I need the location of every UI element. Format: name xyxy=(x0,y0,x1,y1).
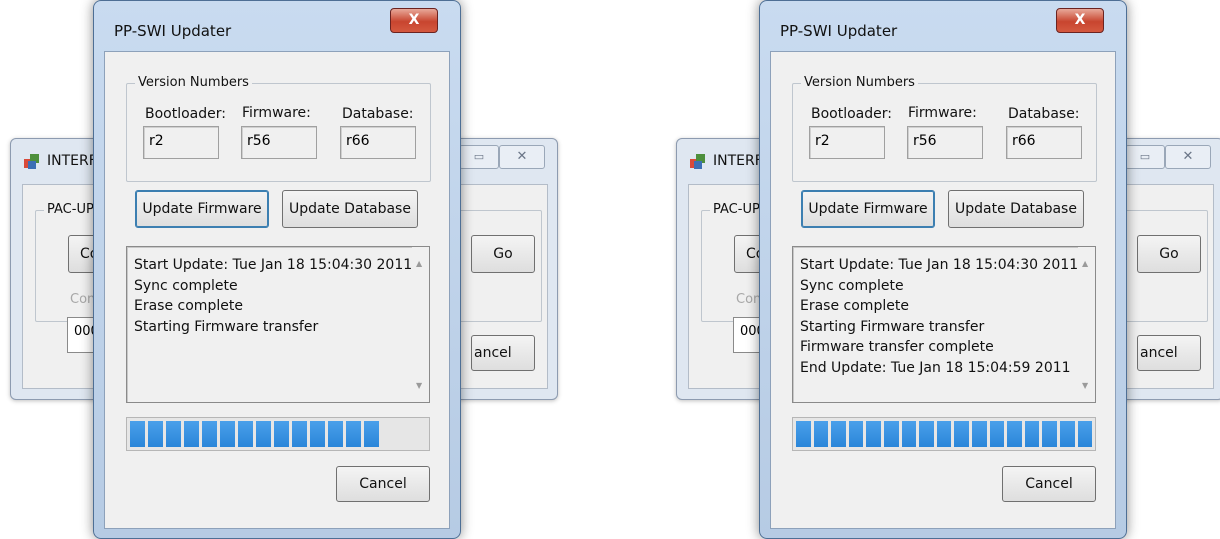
bootloader-value: r2 xyxy=(143,126,219,159)
update-firmware-button[interactable]: Update Firmware xyxy=(135,190,269,228)
close-icon[interactable]: X xyxy=(1056,8,1104,33)
close-icon[interactable]: ✕ xyxy=(1165,145,1211,169)
interface-cancel-button[interactable]: ancel xyxy=(471,335,535,371)
progress-block xyxy=(901,421,917,447)
updater-dialog: PP-SWI Updater X Version Numbers Bootloa… xyxy=(759,0,1127,539)
update-log: Start Update: Tue Jan 18 15:04:30 2011 S… xyxy=(792,246,1096,403)
database-value: r66 xyxy=(340,126,416,159)
progress-block xyxy=(130,421,145,447)
log-line: Erase complete xyxy=(134,298,243,314)
cancel-button[interactable]: Cancel xyxy=(1002,466,1096,502)
go-button[interactable]: Go xyxy=(1137,235,1201,273)
close-icon[interactable]: ✕ xyxy=(499,145,545,169)
progress-block xyxy=(831,421,846,447)
progress-block xyxy=(310,421,325,447)
update-database-button[interactable]: Update Database xyxy=(282,190,418,228)
firmware-label: Firmware: xyxy=(242,105,311,121)
log-line: Sync complete xyxy=(134,277,238,294)
restore-icon[interactable]: ▭ xyxy=(1125,145,1165,169)
restore-icon[interactable]: ▭ xyxy=(459,145,499,169)
progress-block xyxy=(989,421,1005,447)
progress-block xyxy=(796,421,811,447)
log-line: End Update: Tue Jan 18 15:04:59 2011 xyxy=(800,359,1071,376)
scroll-down-icon[interactable]: ▼ xyxy=(1082,381,1088,390)
log-line: Starting Firmware transfer xyxy=(134,318,319,335)
progress-block xyxy=(256,421,271,447)
version-numbers-legend: Version Numbers xyxy=(135,75,252,90)
log-line: Start Update: Tue Jan 18 15:04:30 2011 xyxy=(800,257,1079,273)
log-line: Start Update: Tue Jan 18 15:04:30 2011 xyxy=(134,257,413,273)
progress-block xyxy=(328,421,343,447)
progress-block xyxy=(919,421,934,447)
update-progress-bar xyxy=(792,417,1096,451)
cancel-button[interactable]: Cancel xyxy=(336,466,430,502)
go-button[interactable]: Go xyxy=(471,235,535,273)
progress-block xyxy=(364,421,379,447)
progress-block xyxy=(813,421,829,447)
log-scrollbar[interactable]: ▲ ▼ xyxy=(412,247,429,402)
dialog-title: PP-SWI Updater xyxy=(780,22,898,40)
progress-block xyxy=(1042,421,1057,447)
bootloader-label: Bootloader: xyxy=(811,106,892,122)
log-line: Sync complete xyxy=(800,277,904,294)
updater-dialog: PP-SWI Updater X Version Numbers Bootloa… xyxy=(93,0,461,539)
log-lines: Start Update: Tue Jan 18 15:04:30 2011 S… xyxy=(800,255,1078,378)
bootloader-label: Bootloader: xyxy=(145,106,226,122)
firmware-value: r56 xyxy=(907,126,983,159)
progress-block xyxy=(166,421,181,447)
database-label: Database: xyxy=(342,106,414,122)
scroll-down-icon[interactable]: ▼ xyxy=(416,381,422,390)
progress-block xyxy=(238,421,253,447)
progress-block xyxy=(1077,421,1093,447)
firmware-value: r56 xyxy=(241,126,317,159)
log-scrollbar[interactable]: ▲ ▼ xyxy=(1078,247,1095,402)
update-database-button[interactable]: Update Database xyxy=(948,190,1084,228)
screenshot-right: INTERFA ▭ ✕ PAC-UP Conn Connec 0001 Go a… xyxy=(666,0,1220,539)
database-value: r66 xyxy=(1006,126,1082,159)
version-numbers-legend: Version Numbers xyxy=(801,75,918,90)
close-icon[interactable]: X xyxy=(390,8,438,33)
pac-up-legend: PAC-UP xyxy=(710,202,763,217)
app-icon xyxy=(690,154,705,169)
dialog-client: Version Numbers Bootloader: Firmware: Da… xyxy=(770,51,1116,529)
log-lines: Start Update: Tue Jan 18 15:04:30 2011 S… xyxy=(134,255,412,337)
database-label: Database: xyxy=(1008,106,1080,122)
progress-block xyxy=(274,421,289,447)
progress-block xyxy=(1024,421,1040,447)
progress-block xyxy=(346,421,361,447)
firmware-label: Firmware: xyxy=(908,105,977,121)
progress-block xyxy=(1059,421,1075,447)
progress-blocks xyxy=(796,421,1093,447)
update-log: Start Update: Tue Jan 18 15:04:30 2011 S… xyxy=(126,246,430,403)
update-progress-bar xyxy=(126,417,430,451)
scroll-up-icon[interactable]: ▲ xyxy=(1082,259,1088,268)
log-line: Starting Firmware transfer xyxy=(800,318,985,335)
progress-block xyxy=(1007,421,1022,447)
progress-block xyxy=(148,421,163,447)
pac-up-legend: PAC-UP xyxy=(44,202,97,217)
progress-block xyxy=(954,421,969,447)
progress-block xyxy=(936,421,952,447)
log-line: Erase complete xyxy=(800,298,909,314)
progress-block xyxy=(971,421,987,447)
app-icon xyxy=(24,154,39,169)
dialog-title: PP-SWI Updater xyxy=(114,22,232,40)
dialog-client: Version Numbers Bootloader: Firmware: Da… xyxy=(104,51,450,529)
log-line: Firmware transfer complete xyxy=(800,339,994,355)
progress-block xyxy=(883,421,899,447)
update-firmware-button[interactable]: Update Firmware xyxy=(801,190,935,228)
progress-block xyxy=(848,421,864,447)
scroll-up-icon[interactable]: ▲ xyxy=(416,259,422,268)
bootloader-value: r2 xyxy=(809,126,885,159)
progress-block xyxy=(292,421,307,447)
progress-blocks xyxy=(130,421,426,447)
progress-block xyxy=(866,421,881,447)
progress-block xyxy=(184,421,199,447)
interface-cancel-button[interactable]: ancel xyxy=(1137,335,1201,371)
progress-block xyxy=(202,421,217,447)
progress-block xyxy=(220,421,235,447)
screenshot-left: INTERFA ▭ ✕ PAC-UP Conn Connec 0001 Go a… xyxy=(0,0,610,539)
